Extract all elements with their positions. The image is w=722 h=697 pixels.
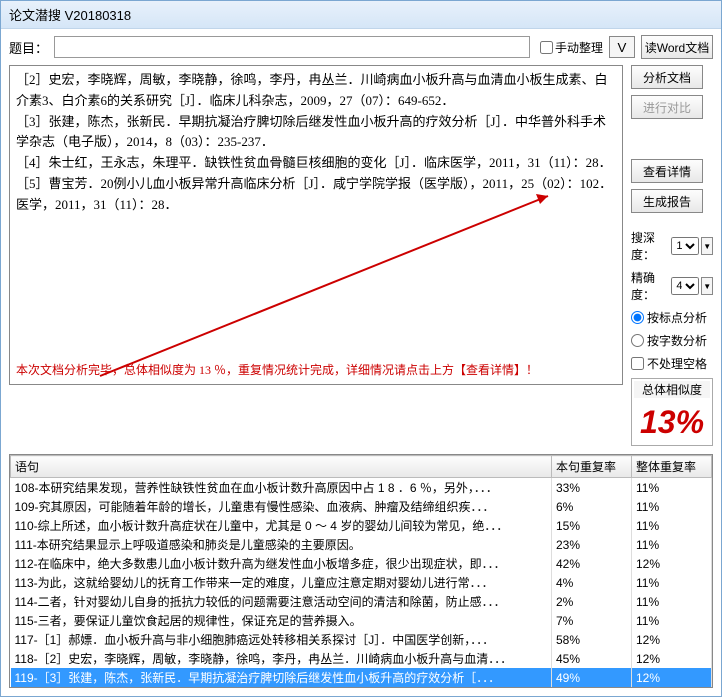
reference-line: ［3］张建，陈杰，张新民．早期抗凝治疗脾切除后继发性血小板升高的疗效分析［J］．… (16, 112, 616, 154)
similarity-label: 总体相似度 (634, 381, 710, 398)
reference-text-pane[interactable]: ［2］史宏，李晓辉，周敏，李晓静，徐鸣，李丹，冉丛兰．川崎病血小板升高与血清血小… (9, 65, 623, 385)
reference-line: ［4］朱士红，王永志，朱理平．缺铁性贫血骨髓巨核细胞的变化［J］．临床医学，20… (16, 153, 616, 174)
by-punct-radio[interactable]: 按标点分析 (631, 309, 713, 326)
manual-checkbox[interactable]: 手动整理 (540, 39, 603, 56)
manual-checkbox-label: 手动整理 (555, 39, 603, 56)
table-row[interactable]: 109-究其原因，可能随着年龄的增长，儿童患有慢性感染、血液病、肿瘤及结缔组织疾… (11, 497, 712, 516)
reference-line: ［2］史宏，李晓辉，周敏，李晓静，徐鸣，李丹，冉丛兰．川崎病血小板升高与血清血小… (16, 70, 616, 112)
similarity-value: 13% (634, 398, 710, 443)
precision-select[interactable]: 4 (671, 277, 699, 295)
table-row[interactable]: 114-二者，针对婴幼儿自身的抵抗力较低的问题需要注意活动空间的清洁和除菌，防止… (11, 592, 712, 611)
table-row[interactable]: 119-［3］张建，陈杰，张新民．早期抗凝治疗脾切除后继发性血小板升高的疗效分析… (11, 668, 712, 687)
table-row[interactable]: 112-在临床中，绝大多数患儿血小板计数升高为继发性血小板增多症，很少出现症状，… (11, 554, 712, 573)
table-row[interactable]: 113-为此，这就给婴幼儿的抚育工作带来一定的难度，儿童应注意定期对婴幼儿进行常… (11, 573, 712, 592)
table-row[interactable]: 108-本研究结果发现，营养性缺铁性贫血在血小板计数升高原因中占 1 8 ．6 … (11, 478, 712, 498)
read-word-button[interactable]: 读Word文档 (641, 35, 713, 59)
compare-button: 进行对比 (631, 95, 703, 119)
results-table[interactable]: 语句 本句重复率 整体重复率 108-本研究结果发现，营养性缺铁性贫血在血小板计… (10, 455, 712, 687)
v-button[interactable]: V (609, 36, 635, 58)
chevron-down-icon[interactable]: ▼ (701, 277, 713, 295)
analyze-button[interactable]: 分析文档 (631, 65, 703, 89)
report-button[interactable]: 生成报告 (631, 189, 703, 213)
table-row[interactable]: 118-［2］史宏，李晓辉，周敏，李晓静，徐鸣，李丹，冉丛兰．川崎病血小板升高与… (11, 649, 712, 668)
detail-button[interactable]: 查看详情 (631, 159, 703, 183)
col-total-rate[interactable]: 整体重复率 (632, 456, 712, 478)
analysis-summary: 本次文档分析完毕，总体相似度为 13 ％，重复情况统计完成，详细情况请点击上方【… (16, 361, 616, 380)
col-sentence[interactable]: 语句 (11, 456, 552, 478)
topic-label: 题目： (9, 38, 48, 57)
table-row[interactable]: 110-综上所述，血小板计数升高症状在儿童中，尤其是 0 ～ 4 岁的婴幼儿间较… (11, 516, 712, 535)
by-chars-radio[interactable]: 按字数分析 (631, 332, 713, 349)
table-row[interactable]: 115-三者，要保证儿童饮食起居的规律性，保证充足的营养摄入。7%11% (11, 611, 712, 630)
table-row[interactable]: 111-本研究结果显示上呼吸道感染和肺炎是儿童感染的主要原因。23%11% (11, 535, 712, 554)
depth-select[interactable]: 1 (671, 237, 699, 255)
window-title: 论文潜搜 V20180318 (1, 1, 721, 29)
precision-label: 精确度： (631, 269, 669, 303)
chevron-down-icon[interactable]: ▼ (701, 237, 713, 255)
topic-input[interactable] (54, 36, 530, 58)
no-space-checkbox[interactable]: 不处理空格 (631, 355, 713, 372)
depth-label: 搜深度： (631, 229, 669, 263)
reference-line: ［5］曹宝芳．20例小儿血小板异常升高临床分析［J］．咸宁学院学报（医学版），2… (16, 174, 616, 216)
col-sent-rate[interactable]: 本句重复率 (552, 456, 632, 478)
